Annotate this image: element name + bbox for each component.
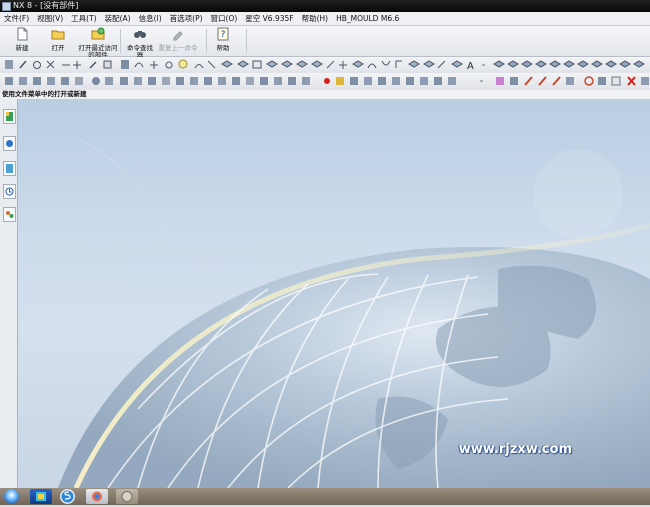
roles-tab[interactable] [3, 207, 16, 222]
menu-hb-mould[interactable]: HB_MOULD M6.6 [332, 12, 403, 25]
windows-taskbar [0, 488, 650, 505]
menu-file[interactable]: 文件(F) [0, 12, 33, 25]
window-title: NX 8 - [没有部件] [13, 1, 79, 10]
open-button[interactable]: 打开 [46, 27, 70, 52]
help-button-label: 帮助 [216, 44, 230, 52]
reuse-library-icon [6, 164, 13, 173]
open-recent-button[interactable]: 打开最近访问的部件 [78, 27, 118, 59]
taskbar-nx-app[interactable] [86, 489, 108, 504]
assembly-navigator-tab[interactable] [3, 109, 16, 124]
menu-bar: 文件(F) 视图(V) 工具(T) 装配(A) 信息(I) 首选项(P) 窗口(O) 星空 V… [0, 12, 650, 26]
menu-view[interactable]: 视图(V) [33, 12, 67, 25]
repeat-command-icon [173, 31, 183, 41]
resource-bar [0, 99, 18, 488]
menu-xingkong[interactable]: 星空 V6.935F [241, 12, 297, 25]
command-finder-button[interactable]: 命令查找器 [124, 27, 156, 59]
ribbon-separator [206, 29, 207, 53]
menu-information[interactable]: 信息(I) [135, 12, 166, 25]
media-app-icon [36, 492, 46, 501]
nx-app-icon [2, 2, 11, 11]
graphics-window[interactable]: www.rjzxw.com [18, 99, 650, 488]
taskbar-app-1[interactable] [30, 489, 52, 504]
roles-icon [6, 211, 14, 218]
part-navigator-icon [6, 112, 13, 121]
menu-window[interactable]: 窗口(O) [207, 12, 242, 25]
menu-preferences[interactable]: 首选项(P) [166, 12, 207, 25]
sketch-tool-icon[interactable]: A [5, 59, 645, 72]
standard-ribbon: 新建 打开 打开最近访问的部件 命令查找器 重复上一命令 ? 帮助 [0, 26, 650, 59]
new-file-icon [17, 27, 28, 41]
menu-help[interactable]: 帮助(H) [298, 12, 333, 25]
menu-tools[interactable]: 工具(T) [67, 12, 100, 25]
constraint-navigator-tab[interactable] [3, 136, 16, 151]
svg-text:A: A [467, 61, 474, 72]
recent-files-icon [91, 27, 105, 40]
ribbon-separator [120, 29, 121, 53]
help-button[interactable]: ? 帮助 [212, 27, 234, 52]
repeat-command-button[interactable]: 重复上一命令 [158, 27, 198, 52]
feature-toolbar [0, 73, 650, 91]
binoculars-icon [134, 31, 146, 38]
reuse-library-tab[interactable] [3, 161, 16, 176]
globe-background-image [58, 138, 650, 488]
open-folder-icon [51, 30, 65, 40]
svg-text:?: ? [221, 30, 226, 40]
cue-text: 使用文件菜单中的打开或新建 [2, 90, 87, 98]
repeat-command-label: 重复上一命令 [158, 44, 198, 52]
constraint-icon [6, 140, 13, 147]
taskbar-app-4[interactable] [116, 489, 138, 504]
browser-s-icon [61, 490, 74, 503]
help-icon: ? [217, 27, 229, 41]
start-button[interactable] [4, 489, 19, 504]
sketch-toolbar: A [0, 57, 650, 74]
new-button[interactable]: 新建 [10, 27, 34, 52]
new-button-label: 新建 [15, 44, 29, 52]
generic-app-icon [121, 491, 133, 502]
history-tab[interactable] [3, 184, 16, 199]
ribbon-separator [246, 29, 247, 53]
taskbar-app-2[interactable] [60, 489, 75, 504]
open-button-label: 打开 [51, 44, 65, 52]
menu-assemblies[interactable]: 装配(A) [101, 12, 135, 25]
feature-tool-icon[interactable] [5, 76, 649, 86]
watermark-text: www.rjzxw.com [458, 442, 572, 457]
title-bar: NX 8 - [没有部件] [0, 0, 650, 12]
nx-app-icon [92, 491, 102, 502]
history-clock-icon [5, 187, 14, 196]
